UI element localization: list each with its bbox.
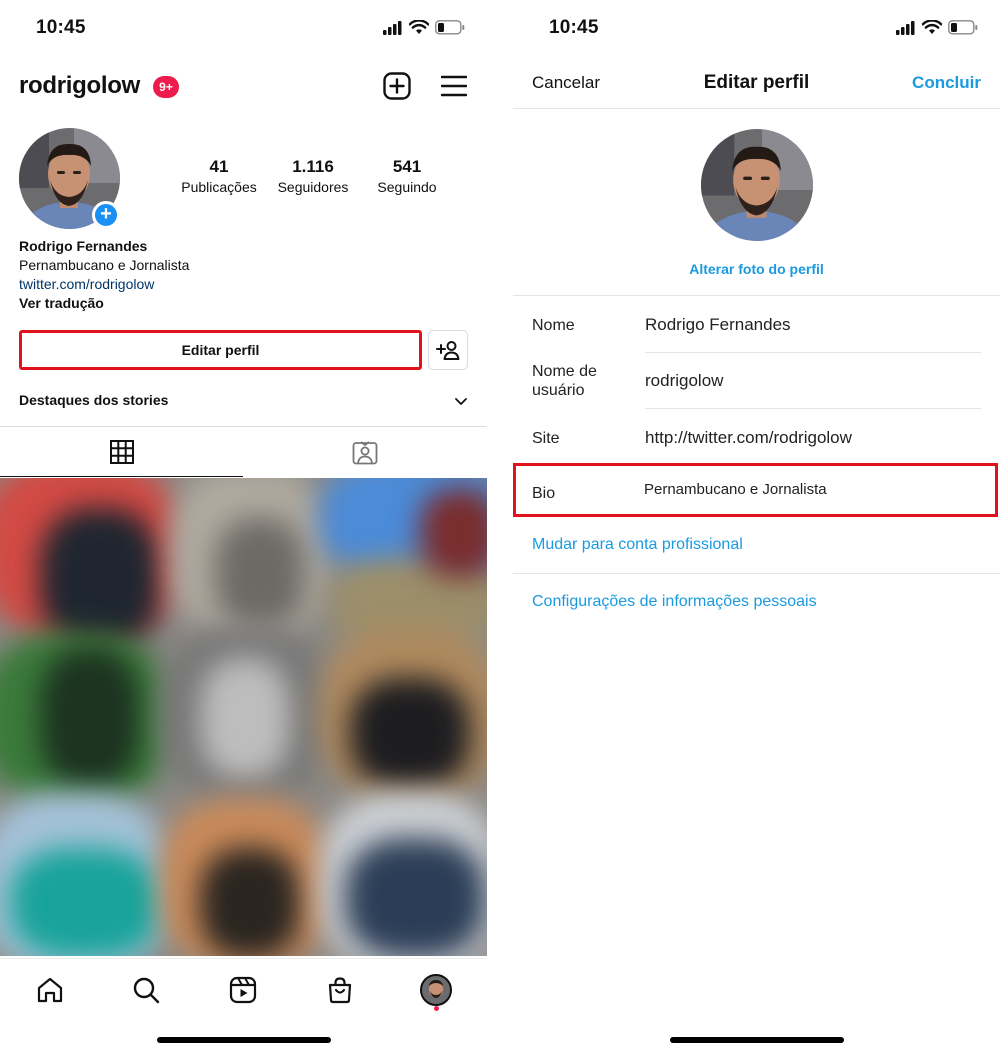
- posts-grid[interactable]: [0, 478, 487, 956]
- username-divider: [645, 408, 981, 409]
- stat-posts[interactable]: 41 Publicações: [169, 157, 269, 195]
- add-story-button[interactable]: +: [92, 201, 120, 229]
- cellular-signal-icon: [896, 20, 915, 35]
- change-photo-link[interactable]: Alterar foto do perfil: [513, 261, 1000, 277]
- stat-followers[interactable]: 1.116 Seguidores: [263, 157, 363, 195]
- profile-screen: 10:45 rodrigolow 9+ + 41 Publicações 1.1…: [0, 0, 487, 1053]
- translate-link[interactable]: Ver tradução: [19, 295, 104, 311]
- profile-bio: Pernambucano e Jornalista: [19, 257, 190, 273]
- edit-profile-button[interactable]: Editar perfil: [19, 330, 422, 370]
- nav-shop[interactable]: [320, 970, 360, 1010]
- photo-divider: [513, 295, 1000, 296]
- profile-username[interactable]: rodrigolow: [19, 72, 140, 100]
- nav-reels[interactable]: [223, 970, 263, 1010]
- grid-icon: [109, 440, 134, 464]
- battery-icon: [948, 20, 978, 35]
- username-label: Nome de usuário: [532, 363, 597, 399]
- status-bar: 10:45: [0, 0, 487, 58]
- cellular-signal-icon: [383, 20, 402, 35]
- active-tab-indicator: [0, 476, 243, 477]
- story-highlights-label[interactable]: Destaques dos stories: [19, 392, 168, 408]
- home-indicator: [157, 1037, 331, 1043]
- reels-icon: [229, 976, 257, 1004]
- search-icon: [133, 977, 160, 1004]
- hamburger-menu-icon: [441, 75, 467, 97]
- bio-label: Bio: [532, 485, 556, 502]
- stat-following-value: 541: [392, 157, 422, 176]
- personal-info-link[interactable]: Configurações de informações pessoais: [532, 593, 817, 611]
- nav-profile[interactable]: [416, 970, 456, 1010]
- stat-posts-label: Publicações: [181, 179, 257, 195]
- edit-profile-label: Editar perfil: [181, 342, 260, 358]
- switch-professional-link[interactable]: Mudar para conta profissional: [532, 536, 743, 554]
- profile-full-name: Rodrigo Fernandes: [19, 238, 148, 254]
- profile-avatar-icon: [420, 974, 452, 1006]
- nav-search[interactable]: [126, 970, 166, 1010]
- discover-people-button[interactable]: [428, 330, 468, 370]
- status-icons: [383, 20, 465, 35]
- home-indicator: [670, 1037, 844, 1043]
- plus-square-icon: [383, 72, 411, 100]
- shop-icon: [328, 977, 352, 1004]
- name-field[interactable]: Rodrigo Fernandes: [645, 315, 791, 335]
- stat-following[interactable]: 541 Seguindo: [357, 157, 457, 195]
- username-field[interactable]: rodrigolow: [645, 371, 723, 391]
- status-time: 10:45: [36, 17, 86, 38]
- site-label: Site: [532, 430, 560, 447]
- wifi-icon: [409, 20, 429, 34]
- battery-icon: [435, 20, 465, 35]
- bio-row-highlight[interactable]: Bio Pernambucano e Jornalista: [513, 463, 998, 517]
- tabs-divider: [0, 426, 487, 427]
- stat-following-label: Seguindo: [377, 179, 437, 195]
- edit-profile-screen: 10:45 Editar perfil Cancelar Concluir Al…: [513, 0, 1000, 1053]
- divider-gap: [487, 0, 513, 1053]
- tab-tagged[interactable]: [243, 428, 487, 476]
- options-divider: [513, 573, 1000, 574]
- name-label: Nome: [532, 317, 575, 334]
- add-person-icon: [436, 341, 460, 360]
- home-icon: [37, 977, 63, 1003]
- cancel-button[interactable]: Cancelar: [532, 73, 600, 93]
- menu-button[interactable]: [437, 69, 471, 103]
- new-post-button[interactable]: [380, 69, 414, 103]
- stat-posts-value: 41: [209, 157, 229, 176]
- activity-dot: [434, 1006, 439, 1011]
- chevron-down-icon[interactable]: [452, 392, 470, 410]
- header-divider: [513, 108, 1000, 109]
- nav-home[interactable]: [30, 970, 70, 1010]
- notification-badge[interactable]: 9+: [153, 76, 179, 98]
- status-bar: 10:45: [513, 0, 1000, 58]
- done-button[interactable]: Concluir: [912, 73, 981, 93]
- tab-posts-grid[interactable]: [0, 428, 243, 476]
- status-icons: [896, 20, 978, 35]
- stat-followers-label: Seguidores: [277, 179, 349, 195]
- wifi-icon: [922, 20, 942, 34]
- bio-field[interactable]: Pernambucano e Jornalista: [644, 481, 827, 498]
- edit-avatar[interactable]: [701, 129, 813, 241]
- status-time: 10:45: [549, 17, 599, 38]
- stat-followers-value: 1.116: [292, 157, 334, 176]
- site-field[interactable]: http://twitter.com/rodrigolow: [645, 428, 852, 448]
- name-divider: [645, 352, 981, 353]
- profile-photo: [701, 129, 813, 241]
- profile-link[interactable]: twitter.com/rodrigolow: [19, 276, 154, 292]
- tagged-person-icon: [352, 441, 378, 465]
